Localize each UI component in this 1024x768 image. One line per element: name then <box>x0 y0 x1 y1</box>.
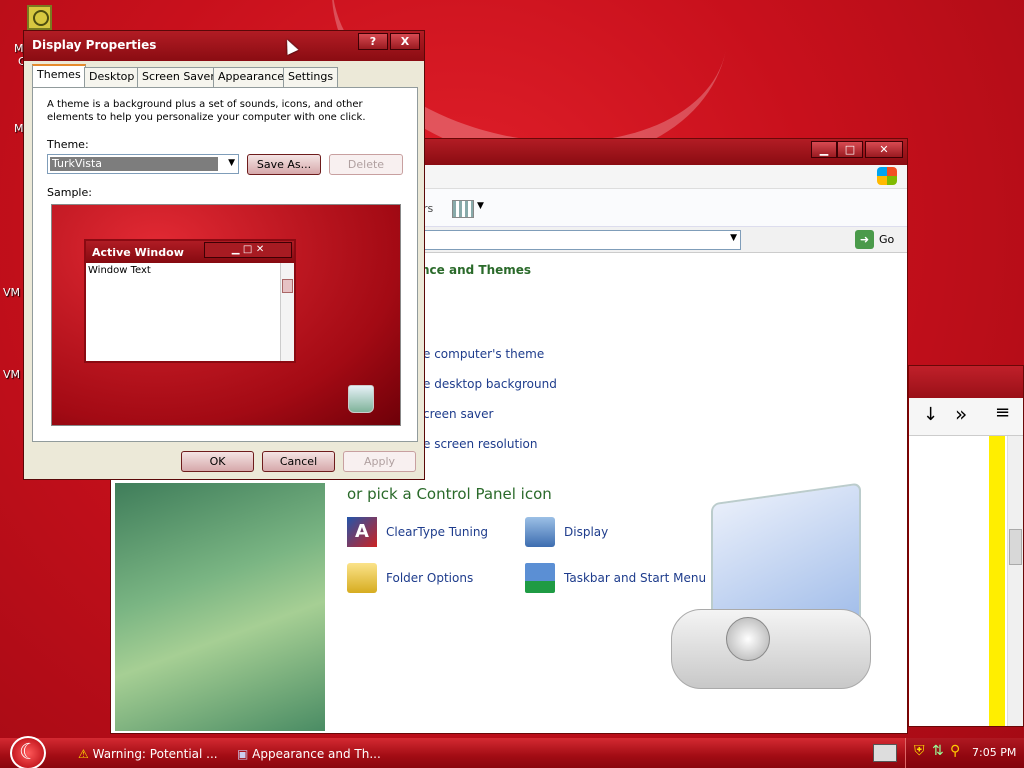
cleartype-icon[interactable]: A <box>347 517 377 547</box>
preview-scrollbar <box>280 263 294 361</box>
scroll-thumb[interactable] <box>1009 529 1022 565</box>
tab-desktop[interactable]: Desktop <box>84 67 140 87</box>
preview-scroll-thumb <box>282 279 293 293</box>
folder-options-icon[interactable] <box>347 563 377 593</box>
display-properties-dialog: Display Properties ? X Themes Desktop Sc… <box>23 30 425 480</box>
tab-screen-saver[interactable]: Screen Saver <box>137 67 220 87</box>
search-icon[interactable]: ⚲ <box>950 743 960 759</box>
clock[interactable]: 7:05 PM <box>972 746 1016 759</box>
task-label: Appearance and Th... <box>252 747 381 761</box>
themes-panel: A theme is a background plus a set of so… <box>32 87 418 442</box>
taskbar: ☾ ⚠ Warning: Potential ... ▣ Appearance … <box>0 736 1024 768</box>
scrollbar[interactable] <box>1007 436 1023 726</box>
theme-select[interactable]: TurkVista ▼ <box>47 154 239 174</box>
cancel-button[interactable]: Cancel <box>262 451 335 472</box>
cp-icon-label[interactable]: ClearType Tuning <box>386 525 488 539</box>
system-tray: ⛨ ⇅ ⚲ 7:05 PM <box>905 738 1024 768</box>
pick-icon-heading: or pick a Control Panel icon <box>347 485 552 503</box>
network-icon[interactable]: ⇅ <box>932 743 944 759</box>
go-arrow-icon[interactable]: ➜ <box>855 230 874 249</box>
chevron-down-icon[interactable]: ▼ <box>228 158 235 168</box>
desktop-shortcut-icon[interactable] <box>27 5 52 30</box>
maximize-button[interactable]: □ <box>837 141 863 158</box>
preview-window-text: Window Text <box>88 265 151 276</box>
theme-selected-value: TurkVista <box>50 157 218 171</box>
shield-icon[interactable]: ⛨ <box>914 743 925 759</box>
go-button[interactable]: Go <box>879 233 894 246</box>
sample-label: Sample: <box>47 186 92 199</box>
cp-icon-label[interactable]: Display <box>564 525 608 539</box>
tab-themes[interactable]: Themes <box>32 64 86 88</box>
warning-icon: ⚠ <box>78 747 89 761</box>
windows-logo-icon <box>877 167 897 185</box>
task-link[interactable]: e computer's theme <box>423 347 544 361</box>
tab-appearance[interactable]: Appearance <box>213 67 290 87</box>
close-button[interactable]: ✕ <box>865 141 903 158</box>
browser-toolbar: ↓ » ≡ <box>909 398 1023 436</box>
browser-titlebar[interactable] <box>909 366 1023 398</box>
dialog-titlebar[interactable]: Display Properties ? X <box>24 31 424 61</box>
taskbar-task-appearance[interactable]: ▣ Appearance and Th... <box>237 742 397 766</box>
taskbar-icon[interactable] <box>525 563 555 593</box>
task-label: Warning: Potential ... <box>92 747 218 761</box>
taskbar-task-warning[interactable]: ⚠ Warning: Potential ... <box>78 742 228 766</box>
address-dropdown-icon[interactable]: ▼ <box>730 233 737 243</box>
download-icon[interactable]: ↓ <box>923 404 938 425</box>
tab-settings[interactable]: Settings <box>283 67 339 87</box>
desktop-icon-label[interactable]: VM <box>3 286 20 299</box>
task-link[interactable]: e desktop background <box>423 377 557 391</box>
yellow-bar <box>989 436 1005 726</box>
apply-button[interactable]: Apply <box>343 451 416 472</box>
chevron-down-icon[interactable]: ▼ <box>477 201 484 211</box>
keyboard-icon[interactable] <box>873 744 897 762</box>
close-button[interactable]: X <box>390 33 420 50</box>
theme-sample-preview: Active Window ▁ □ ✕ Window Text <box>51 204 401 426</box>
task-link[interactable]: e screen resolution <box>423 437 537 451</box>
recycle-bin-icon <box>348 385 374 413</box>
preview-window-buttons: ▁ □ ✕ <box>204 242 292 258</box>
overflow-chevron-icon[interactable]: » <box>955 402 967 426</box>
category-heading: nce and Themes <box>421 263 532 277</box>
browser-window-partial: ↓ » ≡ <box>908 365 1024 727</box>
control-panel-graphic <box>671 482 881 719</box>
menu-icon[interactable]: ≡ <box>995 402 1010 423</box>
preview-title: Active Window <box>92 246 184 259</box>
theme-description: A theme is a background plus a set of so… <box>47 99 366 123</box>
preview-active-window: Active Window ▁ □ ✕ Window Text <box>84 239 296 363</box>
display-icon[interactable] <box>525 517 555 547</box>
folder-icon: ▣ <box>237 747 249 761</box>
delete-button[interactable]: Delete <box>329 154 403 175</box>
start-button[interactable]: ☾ <box>10 736 46 768</box>
cp-icon-label[interactable]: Folder Options <box>386 571 473 585</box>
dialog-title: Display Properties <box>32 38 157 52</box>
help-button[interactable]: ? <box>358 33 388 50</box>
ok-button[interactable]: OK <box>181 451 254 472</box>
task-link[interactable]: creen saver <box>423 407 493 421</box>
desktop-icon-label[interactable]: VM <box>3 368 20 381</box>
save-as-button[interactable]: Save As... <box>247 154 321 175</box>
views-icon[interactable] <box>452 200 474 218</box>
sidebar-background-image <box>115 483 325 731</box>
preview-titlebar: Active Window ▁ □ ✕ <box>86 241 294 263</box>
crescent-icon: ☾ <box>19 740 39 765</box>
minimize-button[interactable]: ▁ <box>811 141 837 158</box>
theme-label: Theme: <box>47 138 89 151</box>
